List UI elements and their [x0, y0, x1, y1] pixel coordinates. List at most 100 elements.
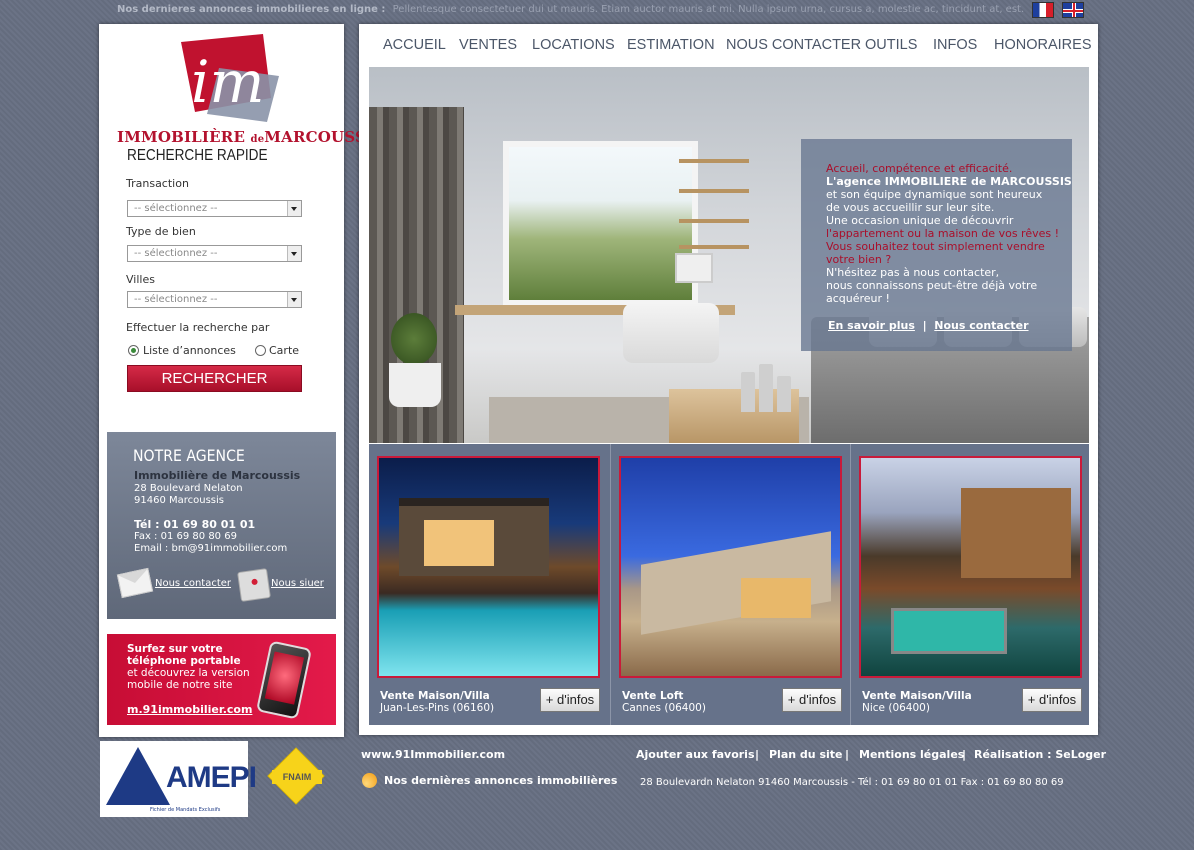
brand-name-part1: IMMOBILIÈRE: [117, 128, 246, 146]
cities-value: -- sélectionnez --: [134, 294, 218, 305]
listing-photo[interactable]: [619, 456, 842, 678]
property-type-label: Type de bien: [126, 225, 196, 238]
listing-location: Cannes (06400): [622, 702, 706, 714]
hero-line: Vous souhaitez tout simplement vendre: [826, 240, 1045, 253]
quick-search-title: RECHERCHE RAPIDE: [127, 147, 268, 164]
site-url-link[interactable]: www.91Immobilier.com: [361, 748, 505, 761]
agency-email[interactable]: Email : bm@91immobilier.com: [134, 543, 287, 554]
hero-computer-image: [675, 253, 713, 283]
listing-title: Vente Maison/Villa: [380, 690, 490, 702]
map-pin-icon[interactable]: [237, 568, 271, 602]
chevron-down-icon: [287, 292, 301, 307]
nav-honoraires[interactable]: HONORAIRES: [994, 37, 1092, 53]
mobile-banner[interactable]: Surfez sur votre téléphone portable et d…: [107, 634, 336, 725]
hero-shelf: [679, 189, 749, 193]
ticker-text: Pellentesque consectetuer dui ut mauris.…: [392, 4, 1027, 15]
rss-icon[interactable]: [362, 773, 377, 788]
hero-shelf: [679, 219, 749, 223]
listing-card[interactable]: Vente Maison/Villa Nice (06400) + d'info…: [850, 444, 1090, 725]
locate-link[interactable]: Nous siuer: [271, 578, 324, 589]
footer-address: 28 Boulevardn Nelaton 91460 Marcoussis -…: [640, 777, 1064, 788]
listing-caption: Vente Loft Cannes (06400): [622, 690, 706, 714]
listing-card[interactable]: Vente Loft Cannes (06400) + d'infos: [610, 444, 850, 725]
news-ticker[interactable]: Nos dernieres annonces immobilieres en l…: [117, 4, 1027, 20]
listing-caption: Vente Maison/Villa Nice (06400): [862, 690, 972, 714]
hero-shelf: [679, 159, 749, 163]
listing-photo[interactable]: [859, 456, 1082, 678]
transaction-select[interactable]: -- sélectionnez --: [127, 200, 302, 217]
mobile-line4: mobile de notre site: [127, 679, 233, 691]
more-info-button[interactable]: + d'infos: [782, 688, 842, 712]
mobile-line2: téléphone portable: [127, 655, 241, 667]
nav-ventes[interactable]: VENTES: [459, 37, 517, 53]
brand-name[interactable]: IMMOBILIÈRE deMARCOUSSIS: [117, 128, 384, 146]
legal-link[interactable]: Mentions légales: [859, 748, 964, 761]
mobile-url-link[interactable]: m.91immobilier.com: [127, 703, 252, 716]
nav-contact[interactable]: NOUS CONTACTER: [726, 37, 861, 53]
more-info-button[interactable]: + d'infos: [540, 688, 600, 712]
list-radio-label[interactable]: Liste d’annonces: [143, 344, 236, 357]
amepi-text: AMEPI: [166, 761, 257, 794]
property-type-select[interactable]: -- sélectionnez --: [127, 245, 302, 262]
amepi-triangle-icon: [106, 747, 170, 805]
credit-link[interactable]: Réalisation : SeLoger: [974, 748, 1106, 761]
footer-separator: |: [755, 748, 760, 761]
hero-plant-image: [391, 313, 437, 365]
cities-select[interactable]: -- sélectionnez --: [127, 291, 302, 308]
agency-title: NOTRE AGENCE: [133, 446, 245, 465]
hero-line: nous connaissons peut-être déjà votre: [826, 279, 1038, 292]
nav-outils[interactable]: OUTILS: [865, 37, 917, 53]
fnaim-logo[interactable]: FNAIM: [258, 747, 336, 806]
learn-more-link[interactable]: En savoir plus: [828, 319, 915, 332]
brand-logo-icon[interactable]: im: [171, 32, 281, 128]
map-radio-label[interactable]: Carte: [269, 344, 299, 357]
search-button[interactable]: RECHERCHER: [127, 365, 302, 392]
agency-name: Immobilière de Marcoussis: [134, 469, 301, 482]
listing-location: Juan-Les-Pins (06160): [380, 702, 495, 714]
hero-contact-link[interactable]: Nous contacter: [934, 319, 1028, 332]
listing-card[interactable]: Vente Maison/Villa Juan-Les-Pins (06160)…: [369, 444, 608, 725]
more-info-button[interactable]: + d'infos: [1022, 688, 1082, 712]
hero-line: N'hésitez pas à nous contacter,: [826, 266, 1000, 279]
map-radio[interactable]: [255, 345, 266, 356]
agency-address2: 91460 Marcoussis: [134, 495, 224, 506]
favorites-link[interactable]: Ajouter aux favoris: [636, 748, 755, 761]
nav-estimation[interactable]: ESTIMATION: [627, 37, 715, 53]
mobile-line3: et découvrez la version: [127, 667, 250, 679]
rss-link[interactable]: Nos dernières annonces immobilières: [384, 774, 617, 787]
contact-link[interactable]: Nous contacter: [155, 578, 231, 589]
footer-separator: |: [962, 748, 967, 761]
hero-line: votre bien ?: [826, 253, 892, 266]
amepi-subtitle: Fichier de Mandats Exclusifs: [150, 807, 221, 813]
hero-candle: [741, 372, 755, 412]
hero-line: de vous accueillir sur leur site.: [826, 201, 995, 214]
property-type-value: -- sélectionnez --: [134, 248, 218, 259]
sitemap-link[interactable]: Plan du site: [769, 748, 843, 761]
chevron-down-icon: [287, 246, 301, 261]
agency-tel: Tél : 01 69 80 01 01: [134, 518, 256, 531]
envelope-icon[interactable]: [116, 567, 154, 599]
nav-infos[interactable]: INFOS: [933, 37, 977, 53]
footer-separator: |: [845, 748, 850, 761]
hero-chair-image: [623, 303, 719, 363]
hero-candle: [759, 364, 773, 412]
transaction-value: -- sélectionnez --: [134, 203, 218, 214]
fnaim-text: FNAIM: [272, 770, 322, 784]
brand-name-de: de: [250, 134, 265, 145]
listing-photo[interactable]: [377, 456, 600, 678]
nav-accueil[interactable]: ACCUEIL: [383, 37, 446, 53]
nav-locations[interactable]: LOCATIONS: [532, 37, 615, 53]
fr-flag-icon[interactable]: [1032, 2, 1054, 18]
hero-line: Une occasion unique de découvrir: [826, 214, 1014, 227]
amepi-logo[interactable]: AMEPI Fichier de Mandats Exclusifs: [100, 741, 257, 817]
hero-text-box: Accueil, compétence et efficacité. L'age…: [801, 139, 1072, 351]
hero-line: l'appartement ou la maison de vos rêves …: [826, 227, 1060, 240]
list-radio[interactable]: [128, 345, 139, 356]
hero-line: L'agence IMMOBILIERE de MARCOUSSIS: [826, 175, 1072, 188]
hero-banner: Accueil, compétence et efficacité. L'age…: [369, 67, 1089, 443]
main-content: ACCUEIL VENTES LOCATIONS ESTIMATION NOUS…: [359, 24, 1098, 735]
cities-label: Villes: [126, 273, 155, 286]
search-mode-label: Effectuer la recherche par: [126, 321, 270, 334]
hero-line: acquéreur !: [826, 292, 890, 305]
uk-flag-icon[interactable]: [1062, 2, 1084, 18]
